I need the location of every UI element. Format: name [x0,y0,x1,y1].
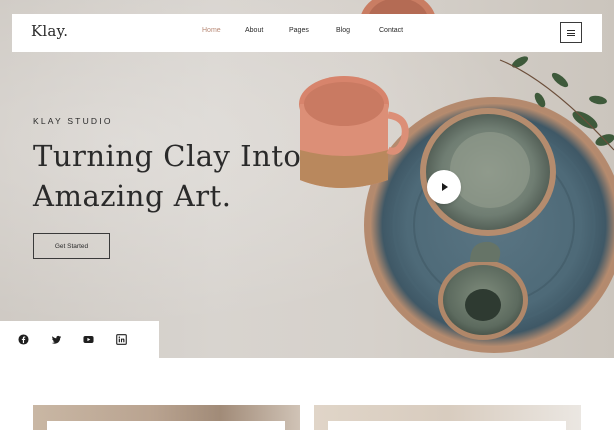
nav-item-about[interactable]: About [245,27,263,34]
social-bar [0,321,159,358]
linkedin-icon[interactable] [116,334,127,345]
hero-headline: Turning Clay Into Amazing Art. [33,136,333,216]
navbar: Klay. Home About Pages Blog Contact [12,14,602,52]
hamburger-icon [567,29,575,36]
main-nav: Home About Pages Blog Contact [12,14,602,52]
facebook-icon[interactable] [18,334,29,345]
get-started-button[interactable]: Get Started [33,233,110,259]
nav-item-pages[interactable]: Pages [289,27,309,34]
nav-item-home[interactable]: Home [202,27,221,34]
menu-button[interactable] [560,22,582,43]
card-panel-left [47,421,285,430]
card-panel-right [328,421,566,430]
nav-item-contact[interactable]: Contact [379,27,403,34]
twitter-icon[interactable] [51,334,62,345]
card-image-left [33,405,300,430]
youtube-icon[interactable] [83,334,94,345]
headline-line-2: Amazing Art. [33,179,232,213]
hero-section: Klay. Home About Pages Blog Contact KLAY… [0,0,614,358]
card-image-right [314,405,581,430]
play-icon [442,183,448,191]
nav-item-blog[interactable]: Blog [336,27,350,34]
headline-line-1: Turning Clay Into [33,139,302,173]
play-video-button[interactable] [427,170,461,204]
hero-eyebrow: KLAY STUDIO [33,116,113,126]
